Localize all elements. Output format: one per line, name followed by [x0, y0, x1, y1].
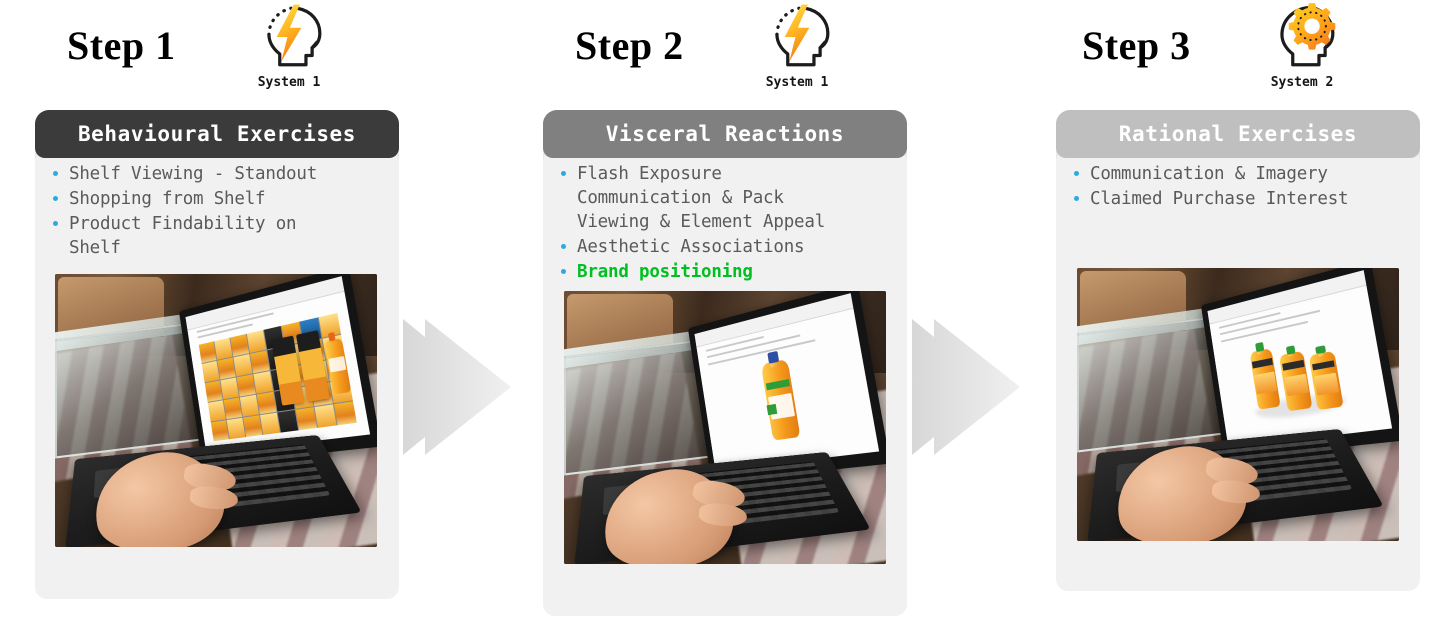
list-item-highlighted: Brand positioning	[553, 260, 897, 284]
step-3-card-footer-space	[1066, 541, 1410, 581]
list-item: Product Findability on Shelf	[45, 212, 389, 260]
step-3-bullet-list: Communication & Imagery Claimed Purchase…	[1066, 162, 1410, 211]
step-1-card-body: Shelf Viewing - Standout Shopping from S…	[35, 150, 399, 599]
bullet-dot-icon	[53, 171, 58, 176]
step-2-photo-wrap	[553, 291, 897, 564]
step-2-bullet-list: Flash Exposure Communication & Pack View…	[553, 162, 897, 284]
step-2-card: Visceral Reactions Flash Exposure Commun…	[543, 110, 907, 616]
list-item: Shelf Viewing - Standout	[45, 162, 389, 186]
step-1-photo	[55, 274, 377, 547]
step-3-card-body: Communication & Imagery Claimed Purchase…	[1056, 150, 1420, 591]
list-item-label: Brand positioning	[577, 262, 753, 282]
arrow-step1-to-step2	[399, 307, 519, 467]
step-2-title: Step 2	[575, 23, 684, 68]
bullet-dot-icon	[561, 269, 566, 274]
bullet-dot-icon	[561, 244, 566, 249]
step-2-header: Step 2 System 1	[543, 0, 915, 110]
step-3-card-header: Rational Exercises	[1056, 110, 1420, 158]
step-1-photo-wrap	[45, 274, 389, 547]
step-3-system-label: System 2	[1270, 75, 1334, 90]
step-3-photo-wrap	[1066, 268, 1410, 541]
list-item: Aesthetic Associations	[553, 235, 897, 259]
list-item-label: Claimed Purchase Interest	[1090, 189, 1349, 209]
arrow-step2-to-step3	[908, 307, 1028, 467]
step-2-system-label: System 1	[765, 75, 829, 90]
step-3-photo	[1077, 268, 1399, 541]
step-3-card: Rational Exercises Communication & Image…	[1056, 110, 1420, 591]
list-item: Communication & Imagery	[1066, 162, 1410, 186]
step-3-system-badge: System 2	[1246, 0, 1358, 90]
list-item-label: Communication & Imagery	[1090, 164, 1328, 184]
process-diagram: Step 1 System 1 Behavioural Exercises Sh…	[0, 0, 1429, 641]
step-1-system-badge: System 1	[233, 0, 345, 90]
step-column-3: Step 3 System 2 Rational Exercises Commu…	[1056, 0, 1428, 591]
bullet-dot-icon	[53, 196, 58, 201]
bullet-dot-icon	[53, 221, 58, 226]
step-1-card: Behavioural Exercises Shelf Viewing - St…	[35, 110, 399, 599]
step-2-photo	[564, 291, 886, 564]
step-1-card-header: Behavioural Exercises	[35, 110, 399, 158]
head-lightning-icon	[267, 4, 322, 67]
head-lightning-icon	[775, 4, 830, 67]
list-item-label: Shopping from Shelf	[69, 189, 266, 209]
list-item-label: Shelf Viewing - Standout	[69, 164, 318, 184]
step-2-card-footer-space	[553, 564, 897, 606]
bullet-dot-icon	[1074, 171, 1079, 176]
step-column-1: Step 1 System 1 Behavioural Exercises Sh…	[35, 0, 407, 599]
step-1-system-label: System 1	[257, 75, 321, 90]
list-item-label: Flash Exposure Communication & Pack View…	[577, 164, 826, 232]
list-item: Claimed Purchase Interest	[1066, 187, 1410, 211]
bullet-dot-icon	[561, 171, 566, 176]
step-2-card-header: Visceral Reactions	[543, 110, 907, 158]
step-3-header: Step 3 System 2	[1056, 0, 1428, 110]
step-3-title: Step 3	[1082, 23, 1191, 68]
list-item-label: Aesthetic Associations	[577, 237, 805, 257]
bullet-dot-icon	[1074, 196, 1079, 201]
step-1-card-footer-space	[45, 547, 389, 589]
step-2-card-body: Flash Exposure Communication & Pack View…	[543, 150, 907, 616]
step-1-header: Step 1 System 1	[35, 0, 407, 110]
list-item: Shopping from Shelf	[45, 187, 389, 211]
list-item-label: Product Findability on Shelf	[69, 214, 297, 258]
step-column-2: Step 2 System 1 Visceral Reactions Flash…	[543, 0, 915, 616]
step-2-system-badge: System 1	[741, 0, 853, 90]
step-1-title: Step 1	[67, 23, 176, 68]
list-item: Flash Exposure Communication & Pack View…	[553, 162, 897, 234]
step-1-bullet-list: Shelf Viewing - Standout Shopping from S…	[45, 162, 389, 260]
head-gear-icon	[1280, 3, 1336, 67]
